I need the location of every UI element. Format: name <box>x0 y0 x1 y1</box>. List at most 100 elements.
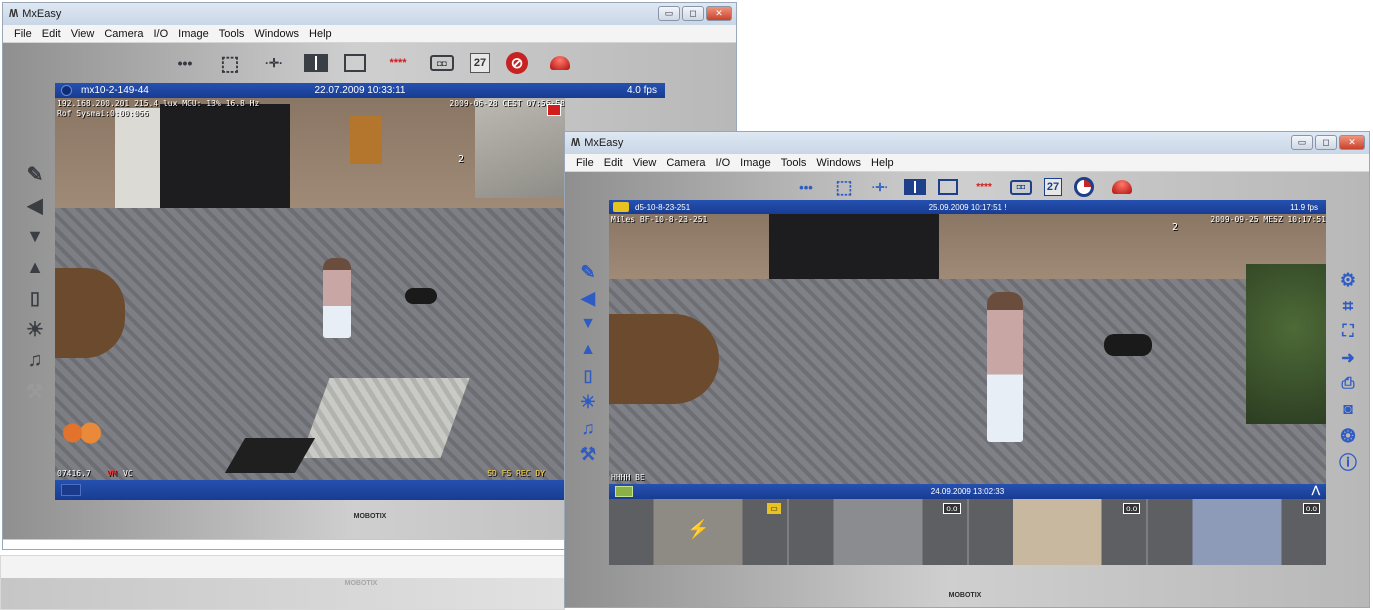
maximize-button[interactable]: ◻ <box>682 6 704 21</box>
move-icon[interactable]: ·✛· <box>260 53 288 73</box>
print-icon[interactable]: ⎙ <box>1337 372 1359 396</box>
overlay-info-line: Miles BF-10-8-23-251 <box>611 215 708 224</box>
door-icon[interactable]: ▯ <box>23 285 47 311</box>
door-icon[interactable]: ▯ <box>577 364 599 388</box>
bell-icon[interactable]: ♫ <box>23 347 47 373</box>
left-camera-bar: mx10-2-149-44 22.07.2009 10:33:11 4.0 fp… <box>55 83 665 98</box>
exposure-pie-icon[interactable] <box>1074 177 1094 197</box>
left-playback-icon[interactable] <box>61 484 81 496</box>
menu-help[interactable]: Help <box>866 157 899 169</box>
split-layout-icon[interactable] <box>904 179 926 195</box>
menu-file[interactable]: File <box>9 28 37 40</box>
zoom-frame-icon[interactable] <box>344 54 366 72</box>
menu-edit[interactable]: Edit <box>37 28 66 40</box>
thumbnail-3[interactable]: o.o <box>968 499 1149 565</box>
thumbnail-1[interactable]: ▭ ⚡ <box>609 499 789 565</box>
menu-edit[interactable]: Edit <box>599 157 628 169</box>
ptz-up-icon[interactable]: ▲ <box>577 338 599 362</box>
app-logo-icon: /\/\ <box>571 137 580 149</box>
left-camera-timestamp: 22.07.2009 10:33:11 <box>314 85 406 96</box>
alarm-light-icon[interactable] <box>544 54 576 72</box>
crop-icon[interactable]: ⌗ <box>1337 294 1359 318</box>
left-video-view[interactable]: 192.168.200.201 215.4 lux MCU: 13% 16.8 … <box>55 98 565 480</box>
microphone-icon[interactable]: ✎ <box>577 260 599 284</box>
calendar-icon[interactable]: 27 <box>1044 178 1062 196</box>
no-alarm-icon[interactable]: ⊘ <box>506 52 528 74</box>
help-lifebuoy-icon[interactable]: ❂ <box>1337 424 1359 448</box>
ptz-up-icon[interactable]: ▲ <box>23 254 47 280</box>
thumbnail-2[interactable]: o.o <box>788 499 969 565</box>
doorway-dark <box>160 104 290 214</box>
alarm-light-icon[interactable] <box>1106 178 1138 196</box>
ptz-down-icon[interactable]: ▼ <box>23 223 47 249</box>
menu-windows[interactable]: Windows <box>811 157 866 169</box>
login-icon[interactable]: ➜ <box>1337 346 1359 370</box>
menu-tools[interactable]: Tools <box>776 157 812 169</box>
thumb-recorder-icon: o.o <box>1302 503 1320 514</box>
left-menubar: File Edit View Camera I/O Image Tools Wi… <box>3 25 736 43</box>
right-bush <box>1246 264 1326 424</box>
password-key-icon[interactable]: **** <box>970 179 998 195</box>
right-playback-timestamp: 24.09.2009 13:02:33 <box>930 487 1005 496</box>
menu-camera[interactable]: Camera <box>99 28 148 40</box>
microphone-icon[interactable]: ✎ <box>23 161 47 187</box>
dots-icon[interactable]: ••• <box>792 179 820 195</box>
split-layout-icon[interactable] <box>304 54 328 72</box>
snapshot-icon[interactable]: ◙ <box>1337 398 1359 422</box>
right-toolbar: ••• ⬚ ·✛· **** ◘◘ 27 <box>770 174 1160 200</box>
menu-help[interactable]: Help <box>304 28 337 40</box>
minimize-button[interactable]: ▭ <box>1291 135 1313 150</box>
overlay-sub-line: Rof Sysmai:0:00:066 <box>57 109 149 118</box>
right-camera-fps: 11.9 fps <box>1290 202 1318 212</box>
thumbnail-4[interactable]: o.o <box>1148 499 1326 565</box>
overlay-marker: 2 <box>458 154 465 165</box>
info-icon[interactable]: ⓘ <box>1337 450 1359 474</box>
menu-io[interactable]: I/O <box>710 157 735 169</box>
menu-image[interactable]: Image <box>735 157 776 169</box>
maximize-button[interactable]: ◻ <box>1315 135 1337 150</box>
light-icon[interactable]: ☀ <box>577 390 599 414</box>
close-button[interactable]: ✕ <box>1339 135 1365 150</box>
speaker-icon[interactable]: ◀ <box>23 192 47 218</box>
menu-tools[interactable]: Tools <box>214 28 250 40</box>
left-window-controls: ▭ ◻ ✕ <box>658 6 732 21</box>
menu-file[interactable]: File <box>571 157 599 169</box>
menu-io[interactable]: I/O <box>148 28 173 40</box>
zoom-frame-icon[interactable] <box>938 179 958 195</box>
right-window: /\/\ MxEasy ▭ ◻ ✕ File Edit View Camera … <box>564 131 1370 608</box>
menu-image[interactable]: Image <box>173 28 214 40</box>
recorder-icon[interactable]: ◘◘ <box>1010 179 1032 195</box>
menu-view[interactable]: View <box>66 28 100 40</box>
dots-icon[interactable]: ••• <box>170 54 200 72</box>
left-titlebar[interactable]: /\/\ MxEasy ▭ ◻ ✕ <box>3 3 736 25</box>
right-video-view[interactable]: Miles BF-10-8-23-251 2009-09-25 MESZ 10:… <box>609 214 1326 484</box>
menu-view[interactable]: View <box>628 157 662 169</box>
speaker-icon[interactable]: ◀ <box>577 286 599 310</box>
ptz-down-icon[interactable]: ▼ <box>577 312 599 336</box>
settings-icon[interactable]: ⚙ <box>1337 268 1359 292</box>
right-window-title: MxEasy <box>584 137 624 149</box>
wrench-icon[interactable]: ⚒ <box>23 378 47 404</box>
person-figure <box>323 258 351 338</box>
move-icon[interactable]: ·✛· <box>868 178 892 196</box>
recorder-icon[interactable]: ◘◘ <box>430 55 454 71</box>
grid-select-icon[interactable]: ⬚ <box>216 52 244 75</box>
close-button[interactable]: ✕ <box>706 6 732 21</box>
right-titlebar[interactable]: /\/\ MxEasy ▭ ◻ ✕ <box>565 132 1369 154</box>
mobotix-mini-logo-icon: ⋀ <box>1311 485 1320 496</box>
light-cobble-patch <box>300 378 470 458</box>
expand-icon[interactable]: ⛶ <box>1337 320 1359 344</box>
menu-windows[interactable]: Windows <box>249 28 304 40</box>
calendar-icon[interactable]: 27 <box>470 53 490 73</box>
password-key-icon[interactable]: **** <box>382 54 414 72</box>
minimize-button[interactable]: ▭ <box>658 6 680 21</box>
overlay-vc-flag: VC <box>123 469 133 478</box>
menu-camera[interactable]: Camera <box>661 157 710 169</box>
grid-select-icon[interactable]: ⬚ <box>832 177 856 197</box>
light-icon[interactable]: ☀ <box>23 316 47 342</box>
right-window-controls: ▭ ◻ ✕ <box>1291 135 1365 150</box>
record-indicator-icon <box>547 104 561 116</box>
right-left-icons: ✎ ◀ ▼ ▲ ▯ ☀ ♫ ⚒ <box>575 260 601 466</box>
wrench-icon[interactable]: ⚒ <box>577 442 599 466</box>
bell-icon[interactable]: ♫ <box>577 416 599 440</box>
